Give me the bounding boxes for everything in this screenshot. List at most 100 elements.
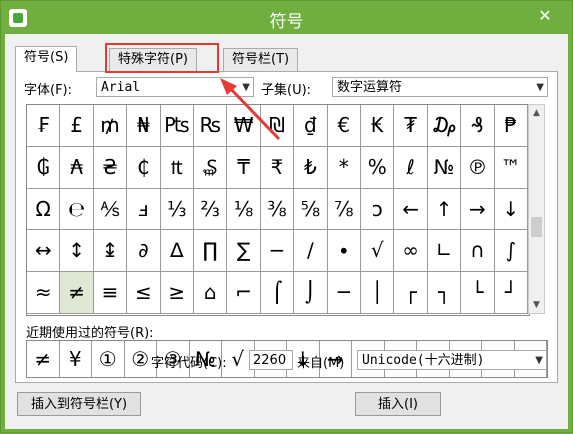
symbol-cell[interactable]: ∑ [227, 230, 261, 273]
symbol-cell[interactable]: ₲ [27, 146, 61, 189]
symbol-cell[interactable]: Ω [27, 188, 61, 231]
symbol-cell[interactable]: ₰ [461, 105, 495, 147]
symbol-cell[interactable]: ⌐ [227, 272, 261, 314]
symbol-cell[interactable]: ∆ [160, 230, 194, 273]
tab-special-characters[interactable]: 特殊字符(P) [109, 48, 197, 71]
symbol-cell[interactable]: % [361, 146, 395, 189]
subset-select[interactable]: 数字运算符 ▼ [332, 77, 548, 97]
symbol-cell[interactable]: ₺ [294, 146, 328, 189]
symbol-cell[interactable]: ∕ [294, 230, 328, 273]
symbol-cell[interactable]: ⅍ [93, 188, 128, 231]
insert-button[interactable]: 插入(I) [355, 392, 441, 416]
recent-symbol-cell[interactable]: ¥ [60, 341, 92, 377]
symbol-cell[interactable]: ⅝ [294, 188, 328, 231]
symbol-cell[interactable]: ∂ [127, 230, 161, 273]
symbol-cell[interactable]: ₱ [494, 105, 528, 147]
symbol-cell[interactable]: ⅜ [260, 188, 295, 231]
symbol-cell[interactable]: ⅓ [160, 188, 194, 231]
symbol-cell[interactable]: £ [60, 105, 94, 147]
subset-label: 子集(U): [261, 83, 312, 98]
symbol-cell[interactable]: * [327, 146, 361, 189]
symbol-cell[interactable]: ↄ [361, 188, 395, 231]
symbol-cell[interactable]: ₵ [127, 146, 161, 189]
symbol-cell[interactable]: ↔ [27, 230, 61, 273]
symbol-cell[interactable]: ₷ [194, 146, 228, 189]
symbol-cell[interactable]: ℮ [60, 188, 94, 231]
symbol-cell[interactable]: └ [461, 272, 495, 314]
scroll-down-icon[interactable]: ▼ [529, 297, 544, 313]
symbols-panel: 字体(F): Arial ▼ 子集(U): 数字运算符 ▼ ₣ £ ₥ ₦ ₧ ₨ ₩ ₪ ₫ €… [15, 71, 558, 383]
symbol-cell[interactable]: ⌂ [194, 272, 228, 314]
insert-to-symbol-bar-button[interactable]: 插入到符号栏(Y) [17, 392, 141, 416]
symbol-cell[interactable]: ⌡ [294, 272, 328, 314]
symbol-cell[interactable]: │ [361, 272, 395, 314]
symbol-cell[interactable]: ∩ [461, 230, 495, 273]
symbol-cell[interactable]: ≡ [93, 272, 128, 314]
chevron-down-icon: ▼ [242, 82, 250, 93]
tab-symbol-bar[interactable]: 符号栏(T) [223, 48, 299, 71]
encoding-select[interactable]: Unicode(十六进制) ▼ [357, 350, 547, 370]
symbol-cell[interactable]: ⌠ [260, 272, 295, 314]
encoding-select-value: Unicode(十六进制) [362, 353, 485, 368]
symbol-cell[interactable]: ₹ [260, 146, 295, 189]
char-code-input[interactable]: 2260 [249, 350, 293, 370]
symbol-cell[interactable]: ∟ [427, 230, 462, 273]
symbol-cell[interactable]: → [461, 188, 495, 231]
symbol-cell[interactable]: № [427, 146, 462, 189]
symbol-cell[interactable]: ≠ [60, 272, 94, 314]
symbol-cell[interactable]: ₧ [160, 105, 194, 147]
symbol-cell[interactable]: ↕ [60, 230, 94, 273]
symbol-cell[interactable]: ₸ [227, 146, 261, 189]
symbol-cell[interactable]: ℗ [461, 146, 495, 189]
symbol-cell[interactable]: ∙ [327, 230, 361, 273]
font-select[interactable]: Arial ▼ [96, 77, 254, 97]
symbol-cell[interactable]: ℓ [394, 146, 428, 189]
symbol-cell[interactable]: ₨ [194, 105, 228, 147]
symbol-cell[interactable]: ┐ [427, 272, 462, 314]
scroll-thumb[interactable] [531, 217, 542, 237]
symbol-cell[interactable]: ┌ [394, 272, 428, 314]
symbol-cell[interactable]: ≈ [27, 272, 61, 314]
close-button[interactable]: ✕ [528, 5, 562, 27]
symbol-cell[interactable]: ⅔ [194, 188, 228, 231]
symbol-cell[interactable]: ₮ [394, 105, 428, 147]
recent-symbol-cell[interactable]: ≠ [27, 341, 60, 377]
symbol-cell[interactable]: ↓ [494, 188, 528, 231]
symbol-cell[interactable]: ₣ [27, 105, 61, 147]
recent-symbols-label: 近期使用过的符号(R): [26, 326, 154, 341]
from-label: 来自(M) [297, 356, 345, 371]
symbol-cell[interactable]: ₦ [127, 105, 161, 147]
symbol-cell[interactable]: ₯ [427, 105, 462, 147]
symbol-cell[interactable]: ⅎ [127, 188, 161, 231]
symbol-cell[interactable]: ∞ [394, 230, 428, 273]
symbol-cell[interactable]: √ [361, 230, 395, 273]
symbol-cell[interactable]: ∫ [494, 230, 528, 273]
symbol-cell[interactable]: ₥ [93, 105, 128, 147]
symbol-cell[interactable]: ↨ [93, 230, 128, 273]
symbol-cell[interactable]: ₶ [160, 146, 194, 189]
recent-symbol-cell[interactable]: ① [92, 341, 125, 377]
char-code-label: 字符代码(C): [151, 356, 227, 371]
symbol-cell[interactable]: ⅛ [227, 188, 261, 231]
grid-scrollbar[interactable]: ▲ ▼ [528, 104, 545, 314]
symbol-cell[interactable]: € [327, 105, 361, 147]
symbol-cell[interactable]: ≥ [160, 272, 194, 314]
symbol-cell[interactable]: ∏ [194, 230, 228, 273]
symbol-cell[interactable]: ↑ [427, 188, 462, 231]
symbol-cell[interactable]: ≤ [127, 272, 161, 314]
font-label: 字体(F): [24, 83, 73, 98]
symbol-cell[interactable]: ← [394, 188, 428, 231]
symbol-cell[interactable]: ₭ [361, 105, 395, 147]
symbol-cell[interactable]: ™ [494, 146, 528, 189]
symbol-cell[interactable]: ⅞ [327, 188, 361, 231]
symbol-cell[interactable]: ₩ [227, 105, 261, 147]
symbol-cell[interactable]: ₪ [260, 105, 295, 147]
symbol-cell[interactable]: ₴ [93, 146, 128, 189]
scroll-up-icon[interactable]: ▲ [529, 105, 544, 121]
symbol-cell[interactable]: ₫ [294, 105, 328, 147]
symbol-cell[interactable]: ─ [327, 272, 361, 314]
symbol-cell[interactable]: − [260, 230, 295, 273]
symbol-cell[interactable]: ₳ [60, 146, 94, 189]
symbol-cell[interactable]: ┘ [494, 272, 528, 314]
tab-symbols[interactable]: 符号(S) [15, 46, 78, 72]
